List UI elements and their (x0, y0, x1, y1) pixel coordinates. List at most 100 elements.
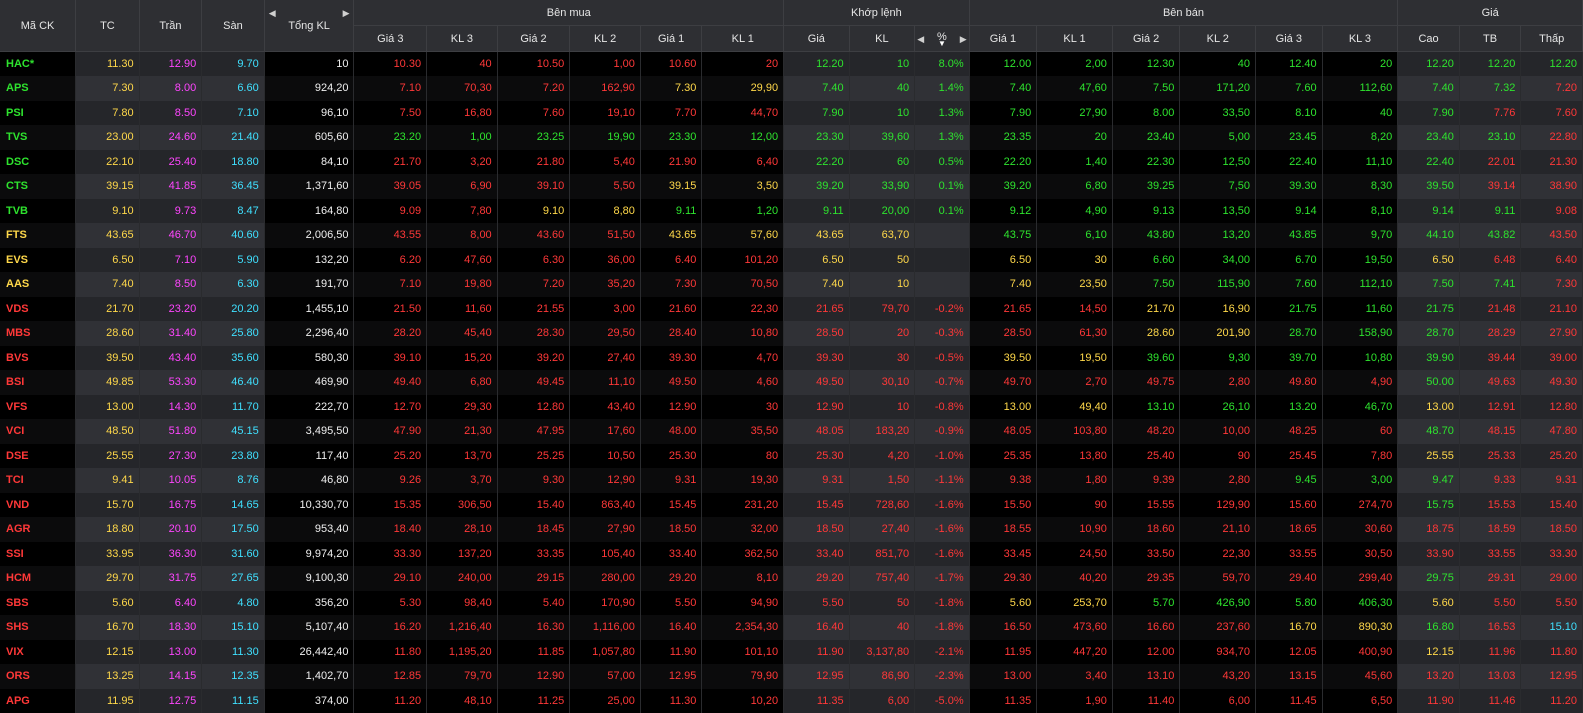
cell-sell-price-1[interactable]: 12.00 (969, 52, 1037, 77)
cell-sell-price-3[interactable]: 49.80 (1256, 370, 1323, 395)
cell-buy-price-1[interactable]: 11.90 (640, 640, 702, 665)
cell-buy-vol-1[interactable]: 231,20 (702, 493, 784, 518)
cell-buy-price-3[interactable]: 7.50 (354, 101, 427, 126)
cell-buy-price-1[interactable]: 9.31 (640, 468, 702, 493)
cell-sell-price-1[interactable]: 15.50 (969, 493, 1037, 518)
cell-sell-vol-1[interactable]: 3,40 (1037, 664, 1113, 689)
cell-buy-price-3[interactable]: 29.10 (354, 566, 427, 591)
cell-sell-price-1[interactable]: 11.35 (969, 689, 1037, 713)
cell-sell-price-2[interactable]: 22.30 (1112, 150, 1180, 175)
cell-sell-price-2[interactable]: 43.80 (1112, 223, 1180, 248)
table-row[interactable]: TCI9.4110.058.7646,809.263,709.3012,909.… (0, 468, 1583, 493)
cell-sell-price-1[interactable]: 21.65 (969, 297, 1037, 322)
cell-buy-price-2[interactable]: 21.55 (497, 297, 570, 322)
cell-buy-price-1[interactable]: 39.30 (640, 346, 702, 371)
cell-sell-price-2[interactable]: 23.40 (1112, 125, 1180, 150)
table-row[interactable]: TVB9.109.738.47164,809.097,809.108,809.1… (0, 199, 1583, 224)
table-row[interactable]: HAC*11.3012.909.701010.304010.501,0010.6… (0, 52, 1583, 77)
cell-sell-vol-1[interactable]: 40,20 (1037, 566, 1113, 591)
cell-sell-vol-1[interactable]: 23,50 (1037, 272, 1113, 297)
col-header-symbol[interactable]: Mã CK (0, 0, 76, 52)
cell-sell-vol-2[interactable]: 129,90 (1180, 493, 1256, 518)
cell-symbol[interactable]: HAC* (0, 52, 76, 77)
cell-sell-price-1[interactable]: 39.20 (969, 174, 1037, 199)
cell-sell-vol-2[interactable]: 34,00 (1180, 248, 1256, 273)
cell-symbol[interactable]: APS (0, 76, 76, 101)
cell-buy-vol-3[interactable]: 48,10 (427, 689, 498, 713)
col-header-buy-vol-2[interactable]: KL 2 (570, 26, 641, 52)
table-row[interactable]: DSE25.5527.3023.80117,4025.2013,7025.251… (0, 444, 1583, 469)
cell-buy-price-3[interactable]: 10.30 (354, 52, 427, 77)
cell-buy-vol-2[interactable]: 1,057,80 (570, 640, 641, 665)
cell-sell-vol-1[interactable]: 24,50 (1037, 542, 1113, 567)
table-row[interactable]: BVS39.5043.4035.60580,3039.1015,2039.202… (0, 346, 1583, 371)
cell-buy-price-2[interactable]: 7.60 (497, 101, 570, 126)
cell-sell-price-2[interactable]: 18.60 (1112, 517, 1180, 542)
cell-sell-vol-2[interactable]: 426,90 (1180, 591, 1256, 616)
cell-buy-price-3[interactable]: 11.80 (354, 640, 427, 665)
cell-buy-vol-1[interactable]: 20 (702, 52, 784, 77)
table-row[interactable]: EVS6.507.105.90132,206.2047,606.3036,006… (0, 248, 1583, 273)
cell-sell-vol-3[interactable]: 10,80 (1322, 346, 1398, 371)
cell-sell-vol-2[interactable]: 40 (1180, 52, 1256, 77)
cell-sell-vol-3[interactable]: 8,30 (1322, 174, 1398, 199)
cell-sell-vol-1[interactable]: 6,10 (1037, 223, 1113, 248)
cell-buy-price-2[interactable]: 9.30 (497, 468, 570, 493)
cell-sell-vol-3[interactable]: 19,50 (1322, 248, 1398, 273)
cell-buy-price-3[interactable]: 49.40 (354, 370, 427, 395)
cell-sell-price-2[interactable]: 6.60 (1112, 248, 1180, 273)
cell-sell-price-1[interactable]: 7.90 (969, 101, 1037, 126)
cell-buy-price-2[interactable]: 12.80 (497, 395, 570, 420)
cell-symbol[interactable]: PSI (0, 101, 76, 126)
cell-sell-price-1[interactable]: 49.70 (969, 370, 1037, 395)
cell-buy-vol-3[interactable]: 40 (427, 52, 498, 77)
cell-sell-price-1[interactable]: 7.40 (969, 272, 1037, 297)
cell-sell-price-1[interactable]: 9.38 (969, 468, 1037, 493)
cell-sell-price-2[interactable]: 33.50 (1112, 542, 1180, 567)
cell-buy-vol-3[interactable]: 3,70 (427, 468, 498, 493)
cell-buy-vol-2[interactable]: 27,90 (570, 517, 641, 542)
cell-buy-vol-3[interactable]: 240,00 (427, 566, 498, 591)
table-row[interactable]: VFS13.0014.3011.70222,7012.7029,3012.804… (0, 395, 1583, 420)
sort-down-icon[interactable]: ▼ (920, 41, 963, 46)
cell-symbol[interactable]: BVS (0, 346, 76, 371)
cell-sell-price-1[interactable]: 23.35 (969, 125, 1037, 150)
cell-sell-vol-2[interactable]: 16,90 (1180, 297, 1256, 322)
cell-buy-price-3[interactable]: 23.20 (354, 125, 427, 150)
cell-buy-vol-3[interactable]: 98,40 (427, 591, 498, 616)
col-header-high[interactable]: Cao (1398, 26, 1460, 52)
cell-buy-price-1[interactable]: 49.50 (640, 370, 702, 395)
cell-buy-vol-3[interactable]: 1,216,40 (427, 615, 498, 640)
cell-sell-vol-2[interactable]: 171,20 (1180, 76, 1256, 101)
col-header-sell-price-2[interactable]: Giá 2 (1112, 26, 1180, 52)
cell-buy-price-1[interactable]: 21.60 (640, 297, 702, 322)
cell-buy-price-1[interactable]: 7.30 (640, 76, 702, 101)
table-row[interactable]: SHS16.7018.3015.105,107,4016.201,216,401… (0, 615, 1583, 640)
cell-sell-vol-1[interactable]: 49,40 (1037, 395, 1113, 420)
cell-sell-price-1[interactable]: 11.95 (969, 640, 1037, 665)
cell-sell-price-3[interactable]: 21.75 (1256, 297, 1323, 322)
col-header-floor[interactable]: Sàn (202, 0, 265, 52)
cell-buy-price-2[interactable]: 49.45 (497, 370, 570, 395)
col-header-buy-vol-1[interactable]: KL 1 (702, 26, 784, 52)
cell-sell-vol-1[interactable]: 1,90 (1037, 689, 1113, 713)
cell-buy-vol-1[interactable]: 8,10 (702, 566, 784, 591)
cell-sell-price-2[interactable]: 21.70 (1112, 297, 1180, 322)
cell-symbol[interactable]: AAS (0, 272, 76, 297)
cell-sell-vol-2[interactable]: 201,90 (1180, 321, 1256, 346)
cell-buy-vol-2[interactable]: 10,50 (570, 444, 641, 469)
cell-sell-vol-2[interactable]: 7,50 (1180, 174, 1256, 199)
cell-buy-price-3[interactable]: 47.90 (354, 419, 427, 444)
cell-symbol[interactable]: SBS (0, 591, 76, 616)
cell-symbol[interactable]: EVS (0, 248, 76, 273)
caret-left-icon[interactable]: ◀ (917, 34, 924, 45)
cell-buy-vol-1[interactable]: 10,20 (702, 689, 784, 713)
table-row[interactable]: FTS43.6546.7040.602,006,5043.558,0043.60… (0, 223, 1583, 248)
cell-sell-vol-2[interactable]: 5,00 (1180, 125, 1256, 150)
table-row[interactable]: PSI7.808.507.1096,107.5016,807.6019,107.… (0, 101, 1583, 126)
cell-symbol[interactable]: TCI (0, 468, 76, 493)
cell-buy-vol-3[interactable]: 1,00 (427, 125, 498, 150)
cell-sell-vol-2[interactable]: 10,00 (1180, 419, 1256, 444)
cell-sell-price-2[interactable]: 48.20 (1112, 419, 1180, 444)
cell-buy-vol-3[interactable]: 306,50 (427, 493, 498, 518)
